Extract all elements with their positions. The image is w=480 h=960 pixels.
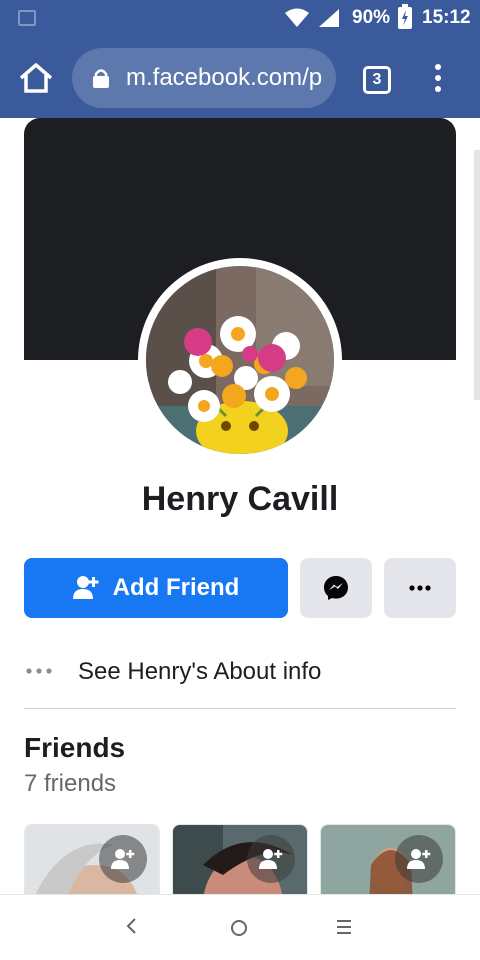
home-icon[interactable] xyxy=(18,62,54,94)
browser-toolbar: m.facebook.com/p 3 xyxy=(0,36,480,118)
lock-icon xyxy=(93,69,109,88)
wifi-icon xyxy=(285,8,309,27)
profile-page: Henry Cavill Add Friend See Henry's Abou… xyxy=(0,118,480,894)
friend-card[interactable] xyxy=(172,824,308,894)
friends-count: 7 friends xyxy=(24,770,117,797)
more-dots-icon xyxy=(26,668,52,674)
battery-percentage: 90% xyxy=(352,7,391,28)
add-friend-icon[interactable] xyxy=(99,835,147,883)
about-info-row[interactable]: See Henry's About info xyxy=(24,652,456,692)
signal-icon xyxy=(319,9,339,27)
tab-switcher-button[interactable]: 3 xyxy=(363,66,391,94)
friend-card[interactable] xyxy=(24,824,160,894)
message-button[interactable] xyxy=(300,558,372,618)
section-divider xyxy=(24,708,456,709)
profile-name: Henry Cavill xyxy=(141,480,339,518)
friend-card[interactable] xyxy=(320,824,456,894)
battery-charging-icon xyxy=(398,4,412,29)
home-nav-icon[interactable] xyxy=(231,920,247,936)
more-options-button[interactable] xyxy=(384,558,456,618)
clock: 15:12 xyxy=(422,7,471,28)
url-bar[interactable]: m.facebook.com/p xyxy=(72,48,336,108)
image-thumbnail-icon xyxy=(18,10,36,26)
system-navigation-bar xyxy=(0,894,480,960)
recent-apps-icon[interactable] xyxy=(337,919,351,935)
url-text: m.facebook.com/p xyxy=(126,64,323,91)
more-dots-icon xyxy=(409,585,431,591)
profile-picture-frame xyxy=(138,258,342,462)
add-friend-icon xyxy=(72,576,99,599)
status-bar: 90% 15:12 xyxy=(0,0,480,36)
about-info-label: See Henry's About info xyxy=(78,658,322,685)
overflow-menu-icon[interactable] xyxy=(430,64,446,96)
friends-heading[interactable]: Friends xyxy=(24,732,125,764)
profile-picture[interactable] xyxy=(146,266,334,454)
add-friend-label: Add Friend xyxy=(112,574,240,601)
back-icon[interactable] xyxy=(124,917,138,935)
add-friend-button[interactable]: Add Friend xyxy=(24,558,288,618)
scrollbar[interactable] xyxy=(474,150,480,400)
messenger-icon xyxy=(324,576,348,600)
add-friend-icon[interactable] xyxy=(395,835,443,883)
add-friend-icon[interactable] xyxy=(247,835,295,883)
